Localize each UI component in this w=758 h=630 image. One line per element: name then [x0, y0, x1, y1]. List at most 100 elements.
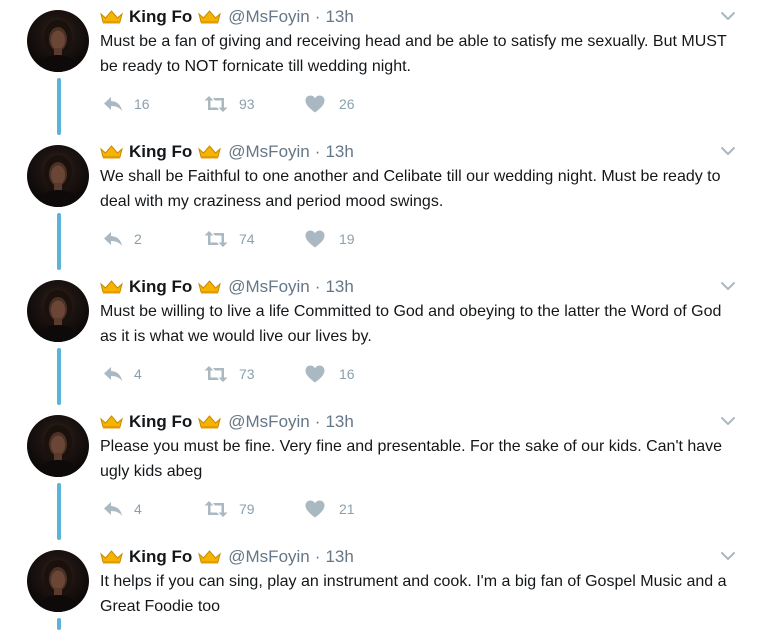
thread-line [57, 213, 61, 270]
tweet-header: King Fo @MsFoyin · 13h [100, 545, 354, 569]
thread-line [57, 78, 61, 135]
crown-icon [100, 550, 123, 564]
crown-icon [100, 10, 123, 24]
avatar-photo [37, 290, 79, 342]
crown-icon [198, 145, 222, 159]
chevron-down-icon[interactable] [720, 550, 736, 562]
display-name[interactable]: King Fo [129, 142, 192, 162]
like-count: 16 [339, 366, 355, 382]
retweet-count: 93 [239, 96, 255, 112]
tweet-text: It helps if you can sing, play an instru… [100, 573, 727, 615]
crown-icon [198, 550, 222, 564]
timestamp[interactable]: 13h [325, 412, 353, 432]
thread-line [57, 348, 61, 405]
like-button[interactable]: 19 [305, 230, 355, 248]
avatar[interactable] [27, 550, 89, 612]
reply-count: 16 [134, 96, 150, 112]
tweet[interactable]: King Fo @MsFoyin · 13h It helps if you c… [0, 540, 758, 630]
tweet-header: King Fo @MsFoyin · 13h [100, 275, 354, 299]
crown-icon [100, 145, 123, 159]
avatar[interactable] [27, 415, 89, 477]
tweet-text: Please you must be fine. Very fine and p… [100, 438, 723, 480]
retweet-count: 79 [239, 501, 255, 517]
user-handle[interactable]: @MsFoyin [228, 547, 310, 567]
crown-icon [100, 415, 123, 429]
reply-button[interactable]: 4 [102, 365, 204, 383]
heart-icon [305, 230, 325, 248]
tweet-header: King Fo @MsFoyin · 13h [100, 5, 354, 29]
reply-button[interactable]: 2 [102, 230, 204, 248]
reply-button[interactable]: 4 [102, 500, 204, 518]
tweet-header: King Fo @MsFoyin · 13h [100, 410, 354, 434]
retweet-button[interactable]: 93 [204, 95, 305, 113]
chevron-down-icon[interactable] [720, 415, 736, 427]
separator: · [314, 277, 321, 296]
retweet-icon [204, 366, 228, 382]
avatar[interactable] [27, 10, 89, 72]
tweet-actions: 16 93 26 [102, 92, 355, 116]
like-count: 26 [339, 96, 355, 112]
tweet-text: Must be a fan of giving and receiving he… [100, 33, 727, 75]
display-name[interactable]: King Fo [129, 277, 192, 297]
thread-line [57, 483, 61, 540]
like-button[interactable]: 16 [305, 365, 355, 383]
display-name[interactable]: King Fo [129, 547, 192, 567]
tweet-actions: 2 74 19 [102, 227, 355, 251]
tweet-text: Must be willing to live a life Committed… [100, 303, 722, 345]
reply-button[interactable]: 16 [102, 95, 204, 113]
heart-icon [305, 365, 325, 383]
heart-icon [305, 500, 325, 518]
reply-icon [104, 97, 122, 111]
display-name[interactable]: King Fo [129, 7, 192, 27]
user-handle[interactable]: @MsFoyin [228, 7, 310, 27]
avatar-photo [37, 560, 79, 612]
chevron-down-icon[interactable] [720, 10, 736, 22]
reply-count: 2 [134, 231, 142, 247]
separator: · [314, 142, 321, 161]
separator: · [314, 412, 321, 431]
chevron-down-icon[interactable] [720, 145, 736, 157]
reply-icon [104, 232, 122, 246]
chevron-down-icon[interactable] [720, 280, 736, 292]
crown-icon [100, 280, 123, 294]
avatar-photo [37, 20, 79, 72]
tweet-actions: 4 73 16 [102, 362, 355, 386]
retweet-button[interactable]: 79 [204, 500, 305, 518]
reply-count: 4 [134, 501, 142, 517]
tweet-text: We shall be Faithful to one another and … [100, 168, 721, 210]
crown-icon [198, 415, 222, 429]
retweet-count: 73 [239, 366, 255, 382]
tweet[interactable]: King Fo @MsFoyin · 13h Please you must b… [0, 405, 758, 540]
user-handle[interactable]: @MsFoyin [228, 142, 310, 162]
retweet-button[interactable]: 73 [204, 365, 305, 383]
like-count: 19 [339, 231, 355, 247]
avatar[interactable] [27, 280, 89, 342]
crown-icon [198, 280, 222, 294]
user-handle[interactable]: @MsFoyin [228, 412, 310, 432]
avatar-photo [37, 155, 79, 207]
retweet-button[interactable]: 74 [204, 230, 305, 248]
like-button[interactable]: 21 [305, 500, 355, 518]
timestamp[interactable]: 13h [325, 142, 353, 162]
avatar-photo [37, 425, 79, 477]
timestamp[interactable]: 13h [325, 277, 353, 297]
tweet-actions: 4 79 21 [102, 497, 355, 521]
retweet-icon [204, 96, 228, 112]
crown-icon [198, 10, 222, 24]
separator: · [314, 7, 321, 26]
user-handle[interactable]: @MsFoyin [228, 277, 310, 297]
avatar[interactable] [27, 145, 89, 207]
timestamp[interactable]: 13h [325, 547, 353, 567]
tweet[interactable]: King Fo @MsFoyin · 13h Must be willing t… [0, 270, 758, 405]
tweet[interactable]: King Fo @MsFoyin · 13h We shall be Faith… [0, 135, 758, 270]
tweet[interactable]: King Fo @MsFoyin · 13h Must be a fan of … [0, 0, 758, 135]
retweet-icon [204, 231, 228, 247]
like-button[interactable]: 26 [305, 95, 355, 113]
separator: · [314, 547, 321, 566]
reply-icon [104, 367, 122, 381]
thread-line [57, 618, 61, 630]
display-name[interactable]: King Fo [129, 412, 192, 432]
timestamp[interactable]: 13h [325, 7, 353, 27]
heart-icon [305, 95, 325, 113]
retweet-count: 74 [239, 231, 255, 247]
